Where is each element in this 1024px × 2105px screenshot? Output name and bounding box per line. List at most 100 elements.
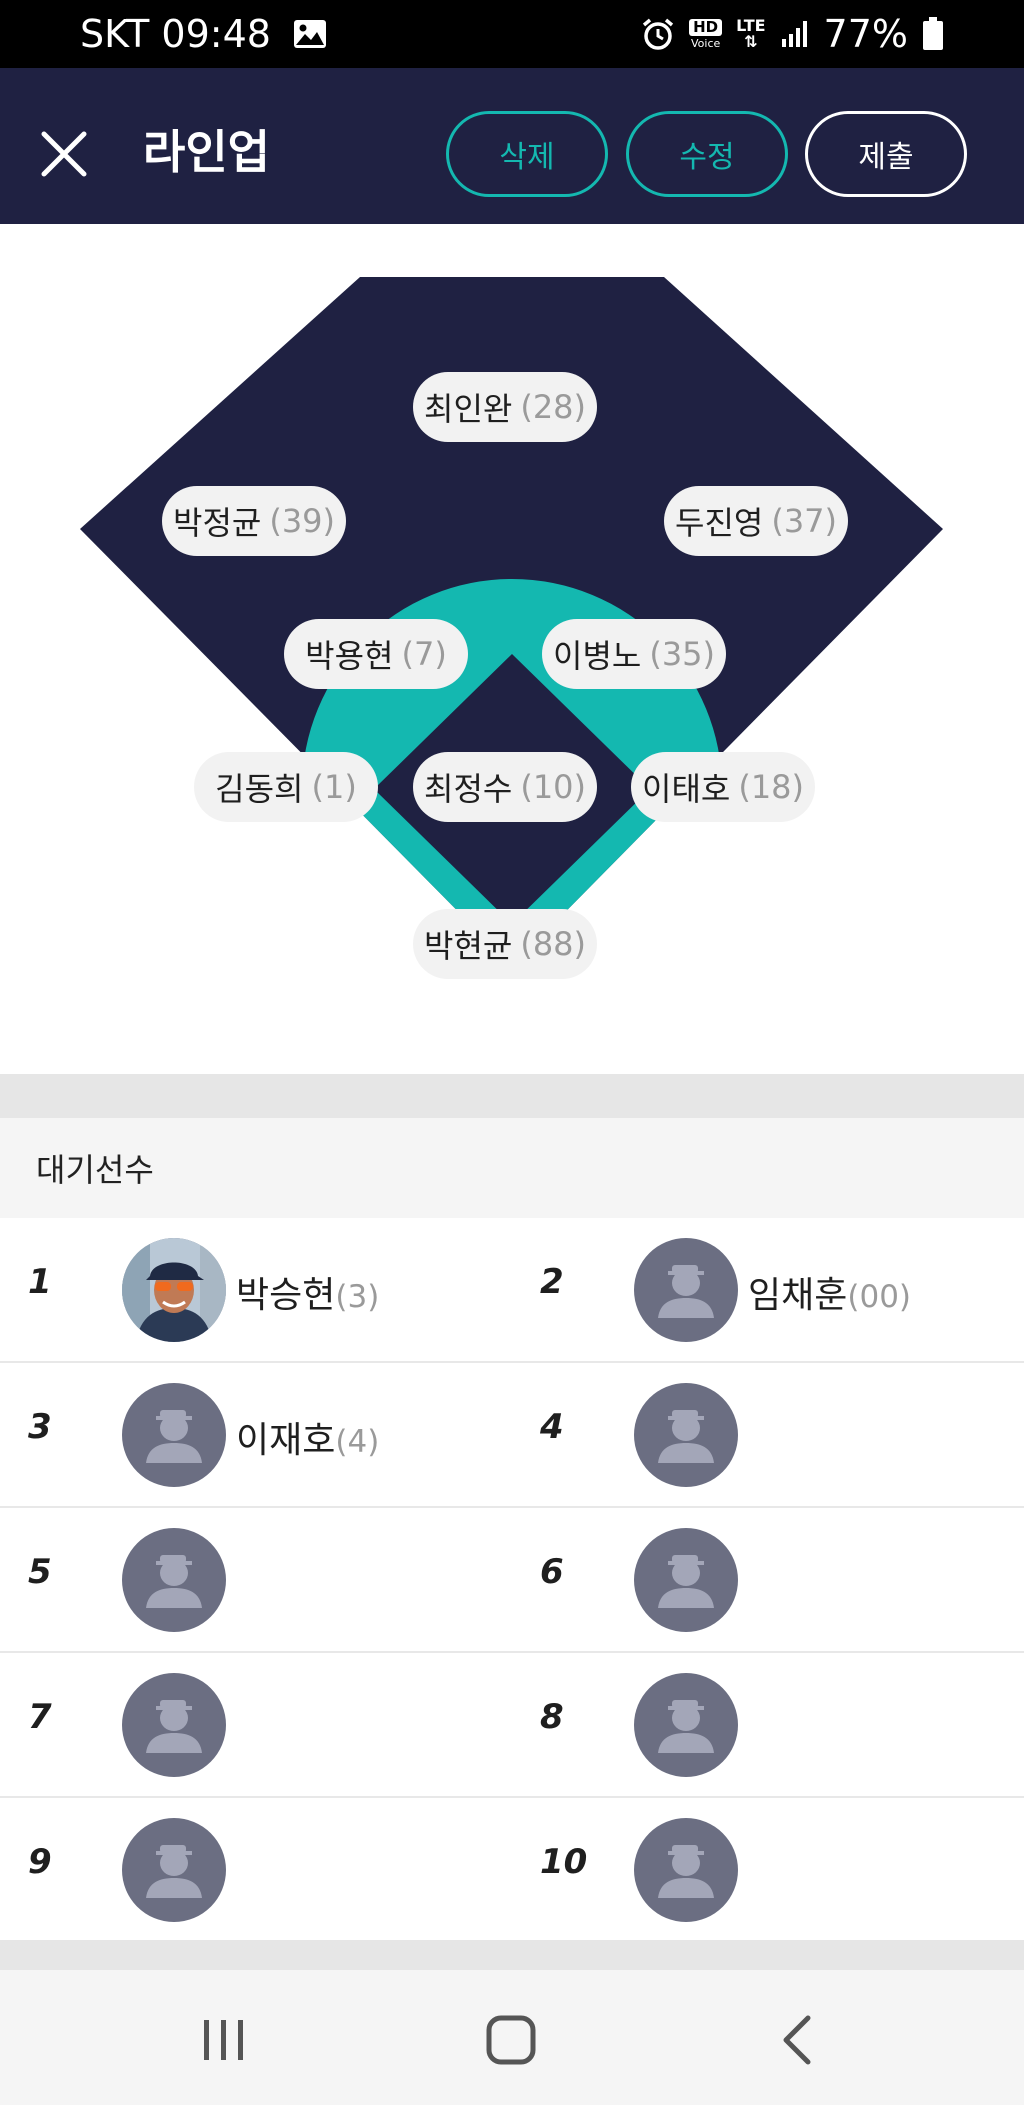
carrier-label: SKT bbox=[80, 12, 150, 56]
player-number: (10) bbox=[520, 768, 587, 806]
slot-order: 2 bbox=[540, 1262, 564, 1302]
player-name: 최정수 bbox=[424, 770, 513, 808]
slot-order: 7 bbox=[28, 1697, 52, 1737]
page-title: 라인업 bbox=[143, 125, 270, 179]
bench-slot-3[interactable]: 3 이재호(4) bbox=[0, 1363, 512, 1508]
recents-button[interactable] bbox=[184, 2000, 264, 2080]
bench-slot-4[interactable]: 4 bbox=[512, 1363, 1024, 1508]
position-pitcher[interactable]: 최정수 (10) bbox=[413, 752, 597, 822]
player-number: (88) bbox=[520, 925, 587, 963]
data-arrows-icon: ⇅ bbox=[744, 32, 758, 51]
slot-order: 6 bbox=[540, 1552, 564, 1592]
bench-row: 5 6 bbox=[0, 1508, 1024, 1653]
position-third-base[interactable]: 김동희 (1) bbox=[194, 752, 378, 822]
alarm-icon bbox=[641, 17, 675, 51]
back-button[interactable] bbox=[758, 2000, 838, 2080]
default-avatar bbox=[122, 1673, 226, 1777]
player-number: (3) bbox=[335, 1279, 380, 1315]
close-button[interactable] bbox=[38, 128, 90, 180]
edit-button[interactable]: 수정 bbox=[626, 111, 788, 197]
bench-slot-2[interactable]: 2 임채훈(00) bbox=[512, 1218, 1024, 1363]
player-name: 김동희 bbox=[215, 770, 304, 808]
player-number: (18) bbox=[738, 768, 805, 806]
player-name: 임채훈 bbox=[748, 1275, 848, 1316]
slot-order: 3 bbox=[28, 1407, 52, 1447]
submit-button[interactable]: 제출 bbox=[805, 111, 967, 197]
player-name: 최인완 bbox=[424, 390, 513, 428]
bench-row: 9 10 bbox=[0, 1798, 1024, 1943]
bench-slot-7[interactable]: 7 bbox=[0, 1653, 512, 1798]
status-carrier-time: SKT 09:48 bbox=[80, 12, 271, 56]
clock-label: 09:48 bbox=[161, 12, 271, 56]
player-number: (4) bbox=[335, 1424, 380, 1460]
bench-slot-1[interactable]: 1 박승현(3) bbox=[0, 1218, 512, 1363]
player-silhouette-icon bbox=[658, 1555, 714, 1608]
hd-voice-icon: HD Voice bbox=[689, 19, 723, 49]
default-avatar bbox=[634, 1528, 738, 1632]
gallery-notification-icon bbox=[293, 19, 327, 49]
bench-slot-10[interactable]: 10 bbox=[512, 1798, 1024, 1943]
position-first-base[interactable]: 이태호 (18) bbox=[631, 752, 815, 822]
status-left: SKT 09:48 bbox=[80, 12, 327, 56]
slot-order: 9 bbox=[28, 1842, 52, 1882]
default-avatar bbox=[122, 1383, 226, 1487]
player-photo-avatar bbox=[122, 1238, 226, 1342]
slot-order: 1 bbox=[28, 1262, 52, 1302]
close-icon bbox=[41, 131, 87, 177]
position-shortstop[interactable]: 박용현 (7) bbox=[284, 619, 468, 689]
back-icon bbox=[783, 2015, 811, 2065]
default-avatar bbox=[634, 1383, 738, 1487]
status-bar: SKT 09:48 HD Voice LTE ⇅ 77% bbox=[0, 0, 1024, 68]
battery-percent: 77% bbox=[823, 12, 908, 56]
bottom-divider bbox=[0, 1940, 1024, 1970]
player-silhouette-icon bbox=[658, 1845, 714, 1898]
bench-slot-6[interactable]: 6 bbox=[512, 1508, 1024, 1653]
position-right-field[interactable]: 두진영 (37) bbox=[664, 486, 848, 556]
status-right: HD Voice LTE ⇅ 77% bbox=[641, 12, 944, 56]
player-silhouette-icon bbox=[658, 1700, 714, 1753]
bench-list: 1 박승현(3) 2 임채훈(00) 3 이재호(4) 4 5 6 7 8 9 … bbox=[0, 1218, 1024, 1943]
player-name: 이태호 bbox=[642, 770, 731, 808]
player-number: (28) bbox=[520, 388, 587, 426]
player-entry: 임채훈(00) bbox=[748, 1266, 911, 1318]
home-button[interactable] bbox=[471, 2000, 551, 2080]
signal-icon bbox=[780, 19, 810, 49]
default-avatar bbox=[122, 1528, 226, 1632]
bench-row: 7 8 bbox=[0, 1653, 1024, 1798]
home-icon bbox=[486, 2015, 536, 2065]
app-header: 라인업 삭제 수정 제출 bbox=[0, 68, 1024, 224]
slot-order: 10 bbox=[540, 1842, 588, 1882]
default-avatar bbox=[634, 1818, 738, 1922]
system-nav-bar bbox=[0, 1970, 1024, 2105]
player-silhouette-icon bbox=[146, 1410, 202, 1463]
player-photo bbox=[122, 1238, 226, 1342]
recents-icon bbox=[204, 2020, 243, 2060]
player-name: 박용현 bbox=[305, 637, 394, 675]
position-center-field[interactable]: 최인완 (28) bbox=[413, 372, 597, 442]
bench-row: 1 박승현(3) 2 임채훈(00) bbox=[0, 1218, 1024, 1363]
position-catcher[interactable]: 박현균 (88) bbox=[413, 909, 597, 979]
player-number: (37) bbox=[771, 502, 838, 540]
bench-slot-5[interactable]: 5 bbox=[0, 1508, 512, 1653]
section-divider bbox=[0, 1074, 1024, 1118]
player-number: (39) bbox=[269, 502, 336, 540]
position-left-field[interactable]: 박정균 (39) bbox=[162, 486, 346, 556]
position-second-base[interactable]: 이병노 (35) bbox=[542, 619, 726, 689]
slot-order: 4 bbox=[540, 1407, 564, 1447]
player-silhouette-icon bbox=[658, 1410, 714, 1463]
player-number: (7) bbox=[401, 635, 447, 673]
slot-order: 5 bbox=[28, 1552, 52, 1592]
bench-title: 대기선수 bbox=[0, 1118, 1024, 1218]
player-number: (00) bbox=[847, 1279, 912, 1315]
player-name: 박승현 bbox=[236, 1275, 336, 1316]
bench-slot-9[interactable]: 9 bbox=[0, 1798, 512, 1943]
bench-row: 3 이재호(4) 4 bbox=[0, 1363, 1024, 1508]
bench-slot-8[interactable]: 8 bbox=[512, 1653, 1024, 1798]
player-name: 이재호 bbox=[236, 1420, 336, 1461]
delete-button[interactable]: 삭제 bbox=[446, 111, 608, 197]
player-silhouette-icon bbox=[146, 1700, 202, 1753]
baseball-field: 최인완 (28) 박정균 (39) 두진영 (37) 박용현 (7) 이병노 (35) 김… bbox=[0, 224, 1024, 1074]
player-name: 이병노 bbox=[553, 637, 642, 675]
battery-icon bbox=[922, 17, 944, 51]
player-name: 박현균 bbox=[424, 927, 513, 965]
